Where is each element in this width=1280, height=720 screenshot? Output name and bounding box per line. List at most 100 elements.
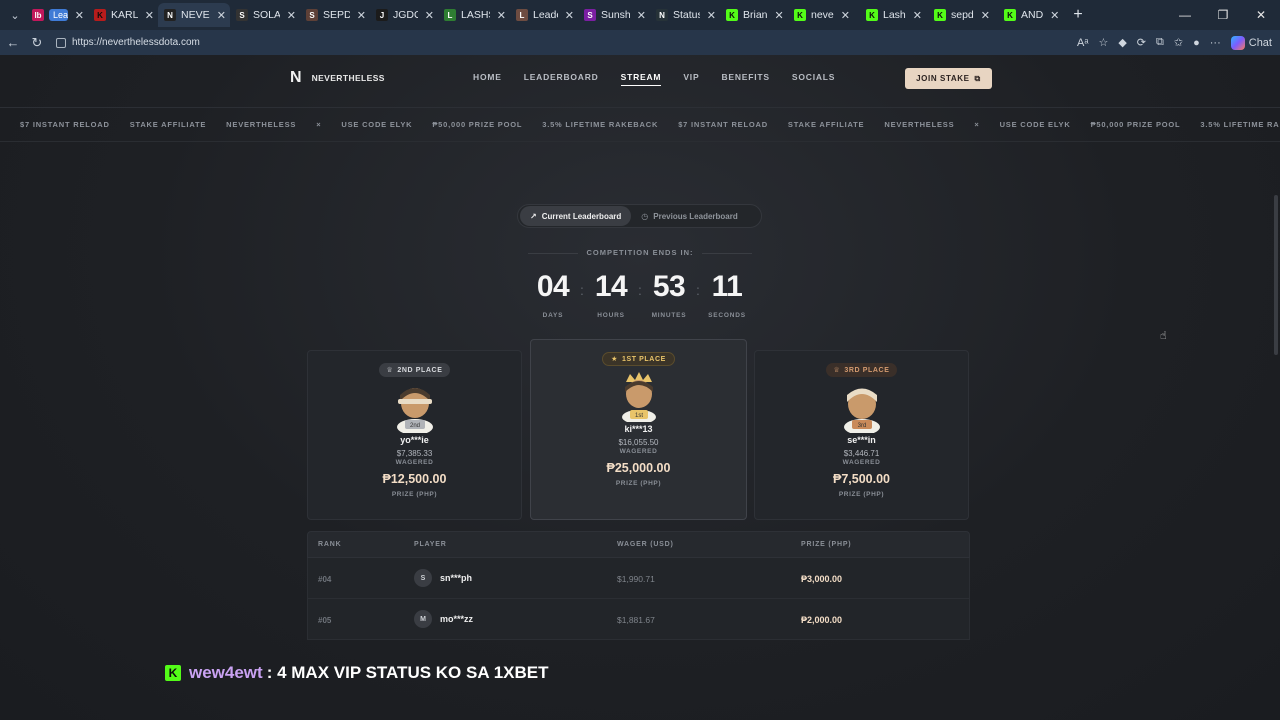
player-cell: sn***ph [440,573,473,583]
stream-chat-overlay: K wew4ewt : 4 MAX VIP STATUS KO SA 1XBET [165,663,549,683]
close-tab-icon[interactable]: ✕ [357,9,366,22]
player-prize: ₱12,500.00 [382,472,447,486]
prize-column-header: PRIZE (PHP) [801,541,852,548]
browser-tab[interactable]: Ksepd ✕ [928,3,998,27]
tab-title: SEPDOTO [323,9,350,21]
close-tab-icon[interactable]: ✕ [913,9,922,22]
table-row: #05 M mo***zz $1,881.67 ₱2,000.00 [307,599,970,640]
copilot-chat-button[interactable]: Chat [1230,35,1272,50]
favorites-icon[interactable]: ✩ [1174,36,1183,49]
close-tab-icon[interactable]: ✕ [565,9,574,22]
browser-tab[interactable]: L LASHSEG ✕ [438,3,510,27]
refresh-icon[interactable]: ↻ [26,32,48,54]
close-tab-icon[interactable]: ✕ [497,9,506,22]
close-tab-icon[interactable]: ✕ [1050,9,1059,22]
prize-cell: ₱2,000.00 [801,615,843,625]
address-bar-row: ← ↻ https://neverthelessdota.com Aᵃ ☆ ◆ … [0,30,1280,55]
svg-text:2nd: 2nd [409,423,419,429]
close-tab-icon[interactable]: ✕ [637,9,646,22]
browser-tab[interactable]: N NEVERTHEL ✕ [158,3,230,27]
browser-tab[interactable]: K KARLDOTA ✕ [88,3,158,27]
close-tab-icon[interactable]: ✕ [775,9,784,22]
new-tab-button[interactable]: + [1066,6,1090,24]
join-stake-button[interactable]: JOIN STAKE ⧉ [905,68,992,89]
tab-title: SOLAPSA [253,9,280,21]
close-tab-icon[interactable]: ✕ [707,9,716,22]
extensions-icon[interactable]: ⧉ [1156,36,1164,49]
tab-title: Lash [883,9,906,21]
player-name: ki***13 [624,424,653,434]
browser-tab[interactable]: N Status - M ✕ [650,3,720,27]
more-options-icon[interactable]: ··· [1210,37,1221,49]
nav-link-benefits[interactable]: BENEFITS [721,72,769,86]
tab-title: Status - M [673,9,700,21]
extension-icon[interactable]: ◆ [1118,36,1126,49]
nav-link-socials[interactable]: SOCIALS [792,72,835,86]
nav-link-stream[interactable]: STREAM [620,72,662,86]
close-tab-icon[interactable]: ✕ [841,9,850,22]
chat-message: : 4 MAX VIP STATUS KO SA 1XBET [266,663,549,682]
browser-tab[interactable]: K AND ✕ [998,3,1066,27]
ticker-item: $7 INSTANT RELOAD [678,120,768,129]
close-tab-icon[interactable]: ✕ [145,9,154,22]
main-nav: HOME LEADERBOARD STREAM VIP BENEFITS SOCIALS [473,72,835,86]
table-header: RANK PLAYER WAGER (USD) PRIZE (PHP) [307,531,970,558]
brand[interactable]: N NEVERTHELESS [290,69,385,87]
minimize-icon[interactable]: — [1166,0,1204,30]
tab-favicon-icon: N [656,9,668,21]
profile-icon[interactable]: ● [1193,37,1200,49]
promo-ticker: $7 INSTANT RELOAD STAKE AFFILIATE NEVERTHE… [0,108,1280,142]
restore-icon[interactable]: ❐ [1204,0,1242,30]
chat-username: wew4ewt [189,663,263,682]
player-name: yo***ie [400,435,429,445]
third-place-badge: ♕ 3RD PLACE [825,363,898,377]
player-avatar: 3rd [843,388,880,433]
url-field[interactable]: https://neverthelessdota.com [56,37,200,48]
close-window-icon[interactable]: ✕ [1242,0,1280,30]
close-tab-icon[interactable]: ✕ [217,9,226,22]
browser-tab[interactable]: K Brian ✕ [720,3,788,27]
page-scrollbar[interactable] [1274,195,1278,355]
read-aloud-icon[interactable]: Aᵃ [1077,37,1088,49]
nav-link-leaderboard[interactable]: LEADERBOARD [524,72,599,86]
nav-link-vip[interactable]: VIP [683,72,699,86]
table-row: #04 S sn***ph $1,990.71 ₱3,000.00 [307,558,970,599]
player-wager: $3,446.71 [843,449,880,458]
clock-icon: ◷ [641,211,649,221]
tab-strip: lb Leaderboards ✕ K KARLDOTA ✕ N NEVERTHEL ✕ S SOL… [26,3,1066,27]
prize-label: PRIZE (PHP) [615,480,662,487]
player-column-header: PLAYER [414,541,447,548]
tab-favicon-icon: K [1004,9,1016,21]
nav-link-home[interactable]: HOME [473,72,502,86]
browser-tab[interactable]: K Lash ✕ [860,3,928,27]
browser-tab[interactable]: J JGDOTA ✕ [370,3,438,27]
browser-tab[interactable]: S SOLAPSA ✕ [230,3,300,27]
browser-tab[interactable]: Kneve ✕ [788,3,860,27]
wager-cell: $1,881.67 [617,615,655,625]
ticker-item: ₱50,000 PRIZE POOL [432,120,523,129]
browser-tab[interactable]: S SEPDOTO ✕ [300,3,370,27]
tab-actions-menu-icon[interactable]: ⌄ [4,4,26,26]
current-leaderboard-tab[interactable]: ↗ Current Leaderboard [520,206,632,226]
kick-logo-icon: K [165,665,181,681]
refresh-extension-icon[interactable]: ⟳ [1137,36,1146,49]
previous-leaderboard-tab[interactable]: ◷ Previous Leaderboard [631,206,747,226]
close-tab-icon[interactable]: ✕ [287,9,296,22]
close-tab-icon[interactable]: ✕ [75,9,84,22]
tab-favicon-icon: K [94,9,106,21]
back-icon[interactable]: ← [2,32,24,54]
favorite-star-icon[interactable]: ☆ [1098,36,1108,49]
browser-tab[interactable]: L Leaderbo ✕ [510,3,578,27]
close-tab-icon[interactable]: ✕ [425,9,434,22]
rank-column-header: RANK [318,541,342,548]
external-link-icon: ⧉ [974,73,981,83]
browser-tab[interactable]: lb Leaderboards ✕ [26,3,88,27]
ticker-item: × [316,120,322,129]
leaderboard-toggle: ↗ Current Leaderboard ◷ Previous Leaderb… [517,204,762,228]
tab-favicon-icon: K [934,9,946,21]
site-info-icon[interactable] [56,37,66,48]
url-text: https://neverthelessdota.com [72,37,200,48]
browser-tab[interactable]: S Sunshine ✕ [578,3,650,27]
close-tab-icon[interactable]: ✕ [981,9,990,22]
rank-cell: #05 [318,616,332,625]
